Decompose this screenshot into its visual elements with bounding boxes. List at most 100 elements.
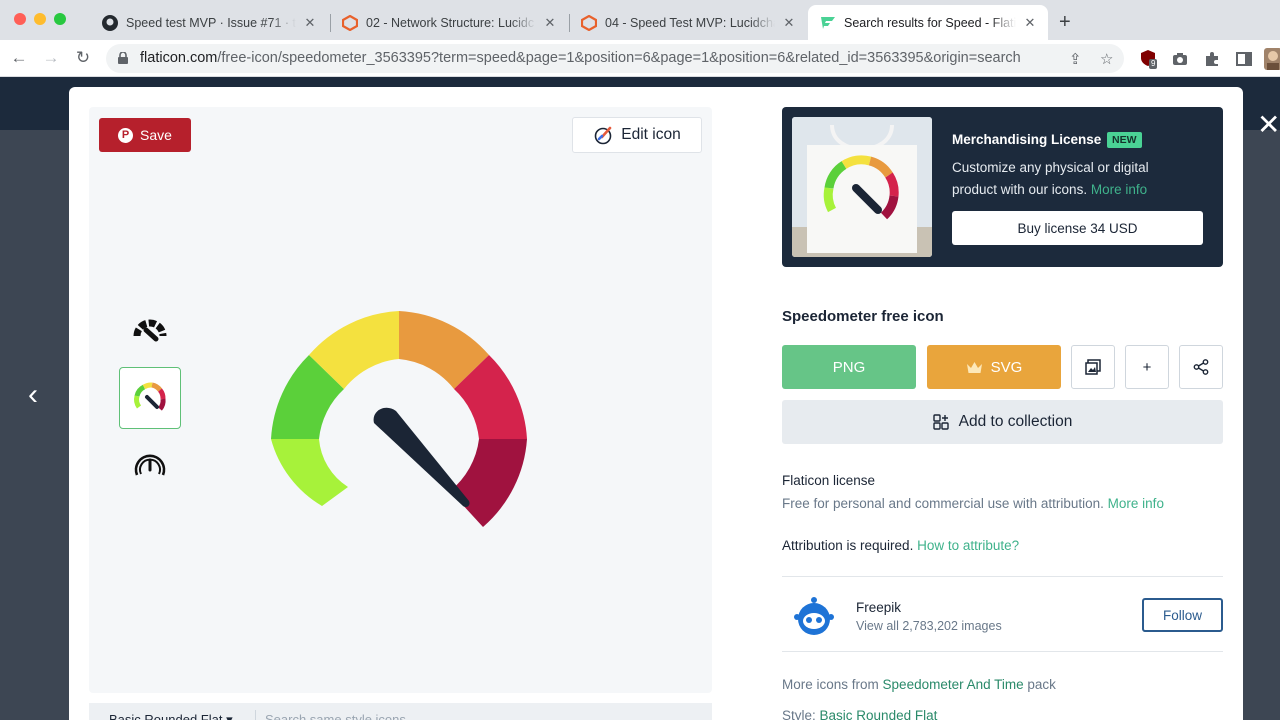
plus-icon: + — [1142, 358, 1152, 376]
divider — [782, 576, 1223, 577]
puzzle-extensions-icon[interactable] — [1203, 50, 1221, 68]
same-style-search-input[interactable]: Search same style icons — [265, 712, 406, 720]
tab-lucid-network[interactable]: 02 - Network Structure: Lucidc ✕ — [330, 5, 568, 40]
reload-icon[interactable]: ↻ — [73, 48, 93, 68]
url-text: flaticon.com/free-icon/speedometer_35633… — [140, 50, 1021, 66]
flaticon-icon — [821, 17, 835, 29]
pinterest-save-button[interactable]: P Save — [99, 118, 191, 152]
close-modal-icon[interactable]: ✕ — [1257, 108, 1280, 141]
more-icons-from-pack: More icons from Speedometer And Time pac… — [782, 677, 1056, 692]
divider — [255, 710, 256, 720]
more-icons-prefix: More icons from — [782, 677, 879, 692]
same-style-search-bar: Basic Rounded Flat ▾ Search same style i… — [89, 703, 712, 720]
edit-label: Edit icon — [621, 126, 681, 143]
share-nodes-icon — [1193, 359, 1209, 375]
tab-close-icon[interactable]: ✕ — [1022, 15, 1038, 31]
attribution-text: Attribution is required. — [782, 538, 914, 553]
share-button[interactable] — [1179, 345, 1223, 389]
tab-close-icon[interactable]: ✕ — [542, 15, 558, 31]
more-icons-suffix: pack — [1027, 677, 1056, 692]
tab-github-issue[interactable]: Speed test MVP · Issue #71 · th ✕ — [90, 5, 328, 40]
tab-title: 02 - Network Structure: Lucidc — [366, 15, 535, 30]
forward-arrow-icon[interactable]: → — [41, 48, 61, 68]
tab-close-icon[interactable]: ✕ — [302, 15, 318, 31]
tab-title: Search results for Speed - Flati — [844, 15, 1016, 30]
tab-lucid-speedtest[interactable]: 04 - Speed Test MVP: Lucidcha ✕ — [569, 5, 807, 40]
attribution-notice: Attribution is required. How to attribut… — [782, 538, 1019, 553]
share-icon[interactable]: ⇪ — [1069, 50, 1082, 68]
variant-outline-speedometer[interactable] — [119, 435, 181, 497]
license-desc-text: Free for personal and commercial use wit… — [782, 496, 1104, 511]
add-button[interactable]: + — [1125, 345, 1169, 389]
png-label: PNG — [832, 358, 866, 376]
divider — [782, 651, 1223, 652]
style-dropdown-label: Basic Rounded Flat — [109, 712, 223, 720]
url-path: /free-icon/speedometer_3563395?term=spee… — [217, 50, 1021, 66]
download-png-button[interactable]: PNG — [782, 345, 916, 389]
brush-icon — [594, 126, 612, 145]
previous-icon-arrow[interactable]: ‹ — [28, 378, 38, 412]
collection-label: Add to collection — [958, 413, 1073, 430]
speedometer-icon — [134, 382, 166, 411]
license-more-info-link[interactable]: More info — [1108, 496, 1164, 511]
speedometer-icon — [133, 319, 167, 342]
new-tab-button[interactable]: + — [1059, 11, 1071, 34]
author-name[interactable]: Freepik — [856, 600, 901, 615]
gallery-icon — [1085, 359, 1101, 375]
window-zoom-button[interactable] — [54, 13, 66, 25]
merch-title: Merchandising License — [952, 132, 1102, 147]
download-svg-button[interactable]: SVG — [927, 345, 1061, 389]
icon-preview-panel: P Save Edit icon — [89, 107, 712, 693]
camera-extension-icon[interactable] — [1171, 50, 1189, 68]
sidebar-toggle-icon[interactable] — [1235, 50, 1253, 68]
license-title: Flaticon license — [782, 473, 876, 488]
add-to-collection-button[interactable]: Add to collection — [782, 400, 1223, 444]
window-close-button[interactable] — [14, 13, 26, 25]
freepik-avatar[interactable] — [792, 595, 836, 639]
icon-detail-modal: P Save Edit icon Basic Rounded Flat ▾ Se… — [69, 87, 1243, 720]
extension-badge: 9 — [1149, 59, 1158, 69]
address-bar[interactable]: flaticon.com/free-icon/speedometer_35633… — [106, 44, 1124, 73]
svg-label: SVG — [990, 358, 1023, 376]
license-description: Free for personal and commercial use wit… — [782, 496, 1164, 511]
tab-bar: Speed test MVP · Issue #71 · th ✕ 02 - N… — [0, 0, 1280, 40]
ublock-extension-icon[interactable]: 9 — [1139, 49, 1158, 69]
author-image-count[interactable]: View all 2,783,202 images — [856, 619, 1002, 633]
tab-close-icon[interactable]: ✕ — [781, 15, 797, 31]
tab-title: 04 - Speed Test MVP: Lucidcha — [605, 15, 775, 30]
merch-description: Customize any physical or digital produc… — [952, 157, 1192, 201]
browser-toolbar: ← → ↻ flaticon.com/free-icon/speedometer… — [0, 40, 1280, 77]
how-to-attribute-link[interactable]: How to attribute? — [917, 538, 1019, 553]
profile-avatar[interactable] — [1264, 48, 1280, 70]
bookmark-star-icon[interactable]: ☆ — [1100, 50, 1113, 68]
variant-glyph-speedometer[interactable] — [119, 299, 181, 361]
tab-title: Speed test MVP · Issue #71 · th — [126, 15, 296, 30]
speedometer-preview-image — [271, 311, 527, 527]
style-info: Style: Basic Rounded Flat — [782, 708, 937, 720]
merch-more-info-link[interactable]: More info — [1091, 182, 1147, 197]
lucidchart-icon — [581, 15, 597, 31]
github-icon — [102, 15, 118, 31]
back-arrow-icon[interactable]: ← — [9, 48, 29, 68]
new-badge: NEW — [1107, 132, 1142, 148]
style-link[interactable]: Basic Rounded Flat — [820, 708, 938, 720]
image-gallery-button[interactable] — [1071, 345, 1115, 389]
follow-button[interactable]: Follow — [1142, 598, 1223, 632]
variant-flat-speedometer[interactable] — [119, 367, 181, 429]
style-dropdown[interactable]: Basic Rounded Flat ▾ — [109, 712, 233, 720]
edit-icon-button[interactable]: Edit icon — [572, 117, 702, 153]
tote-bag-mockup-image — [792, 117, 932, 257]
lucidchart-icon — [342, 15, 358, 31]
tab-flaticon-search[interactable]: Search results for Speed - Flati ✕ — [808, 5, 1048, 40]
buy-license-button[interactable]: Buy license 34 USD — [952, 211, 1203, 245]
pack-link[interactable]: Speedometer And Time — [883, 677, 1024, 692]
speedometer-icon — [134, 454, 166, 476]
lock-icon — [118, 52, 128, 64]
crown-icon — [966, 361, 982, 373]
chevron-down-icon: ▾ — [226, 712, 233, 720]
collection-icon — [932, 414, 949, 430]
window-minimize-button[interactable] — [34, 13, 46, 25]
url-host: flaticon.com — [140, 50, 218, 66]
merchandising-license-card: Merchandising License NEW Customize any … — [782, 107, 1223, 267]
style-prefix: Style: — [782, 708, 816, 720]
